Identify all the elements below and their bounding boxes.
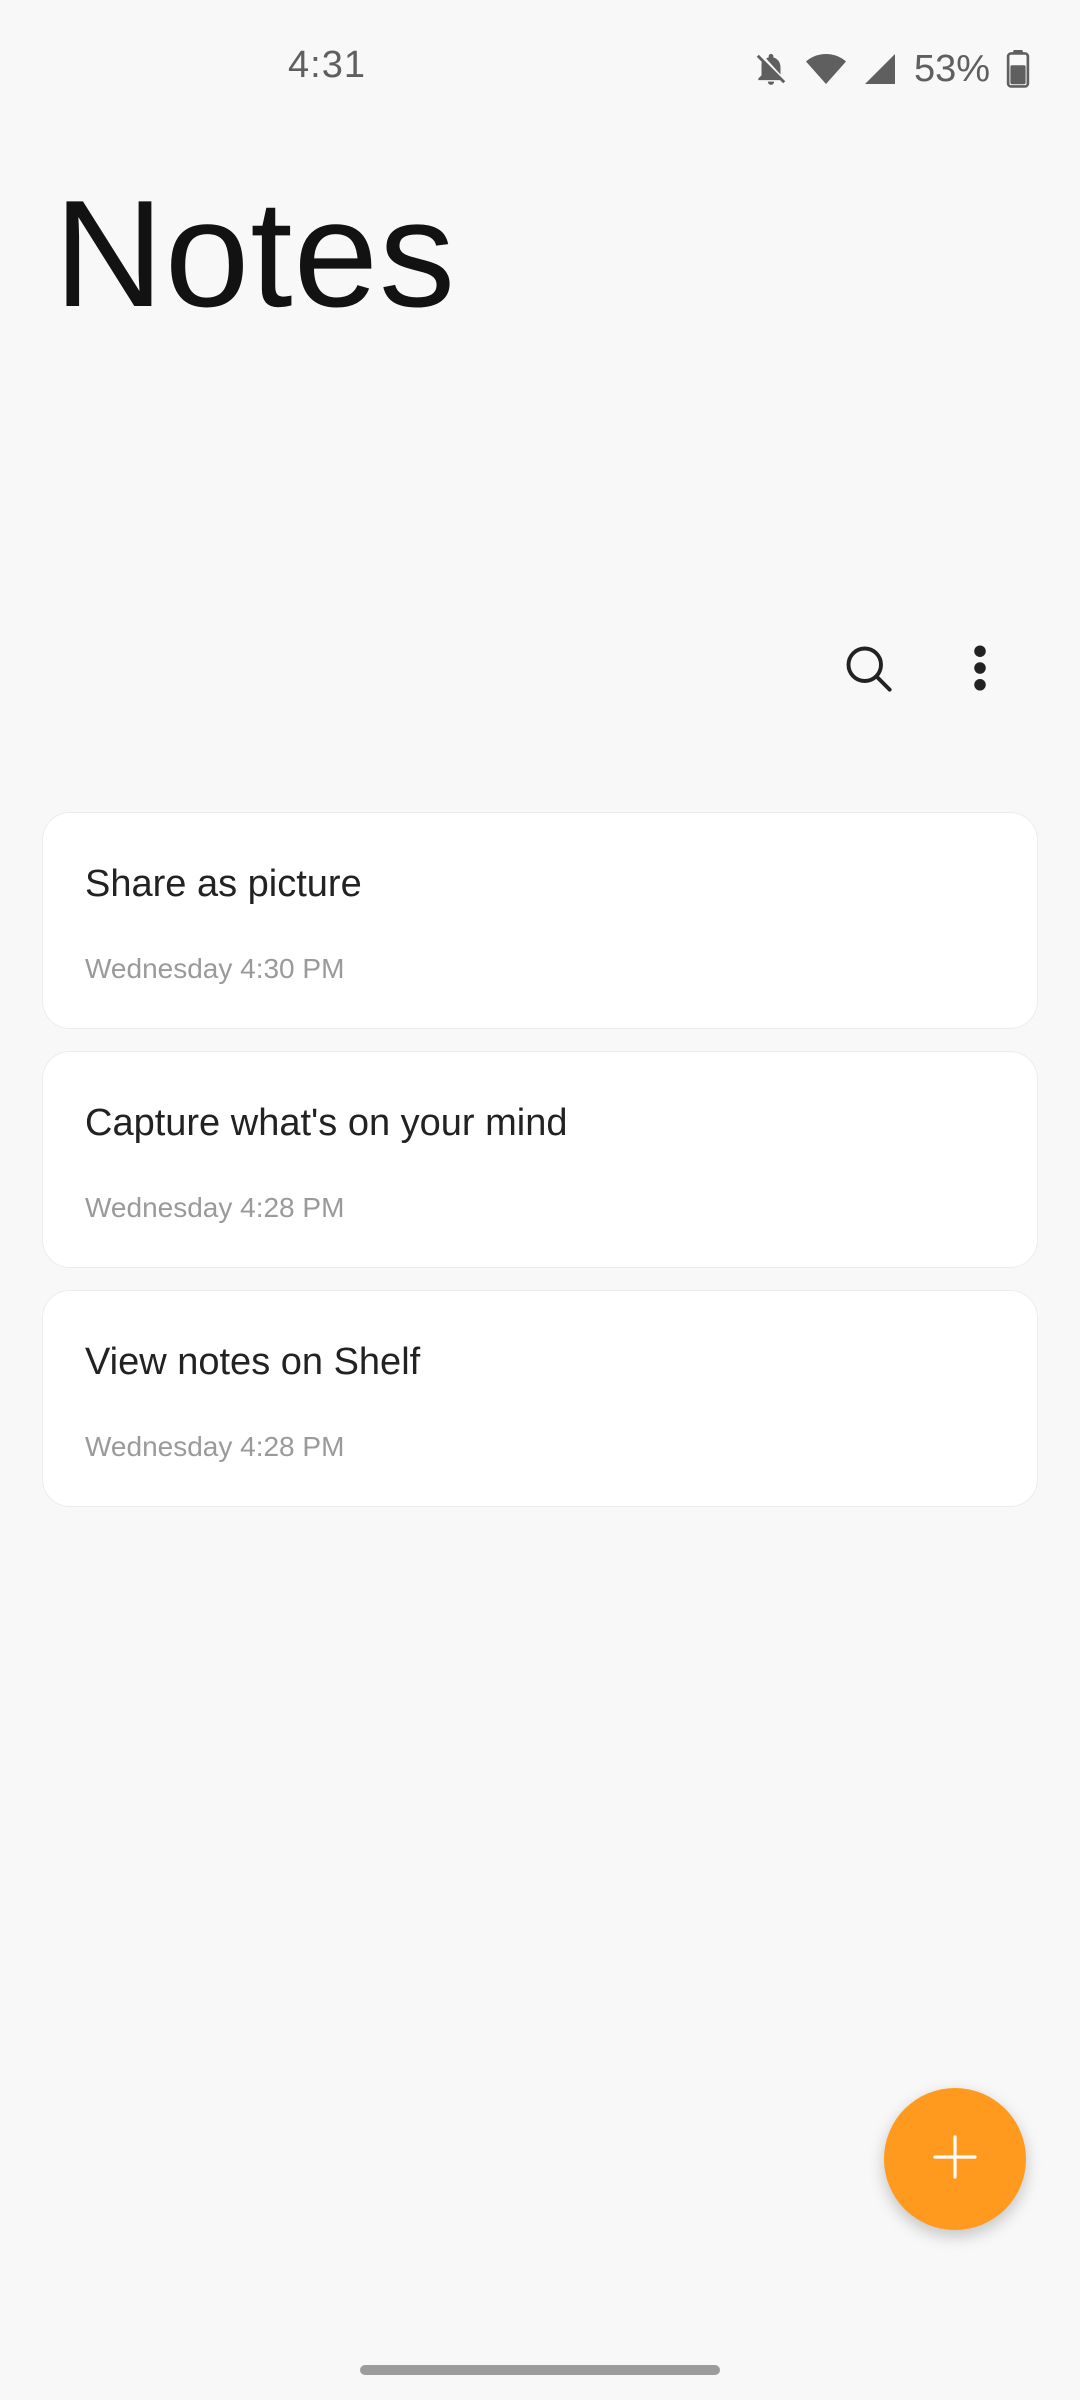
note-date: Wednesday 4:28 PM bbox=[85, 1431, 345, 1462]
bell-off-icon bbox=[752, 50, 790, 88]
status-time: 4:31 bbox=[288, 44, 366, 86]
gesture-nav-handle[interactable] bbox=[360, 2365, 720, 2375]
toolbar bbox=[780, 630, 1080, 710]
note-title: View notes on Shelf bbox=[85, 1341, 421, 1383]
battery-percent: 53% bbox=[913, 47, 990, 90]
status-icons: 53% bbox=[752, 44, 1030, 94]
search-button[interactable] bbox=[828, 630, 908, 710]
status-bar: 4:31 53% bbox=[0, 0, 1080, 140]
more-vert-icon bbox=[972, 644, 988, 697]
note-card[interactable]: Share as picture Wednesday 4:30 PM bbox=[42, 812, 1038, 1029]
plus-icon bbox=[931, 2133, 979, 2186]
signal-icon bbox=[862, 51, 898, 87]
note-title: Share as picture bbox=[85, 863, 362, 905]
wifi-icon bbox=[805, 52, 846, 86]
note-title: Capture what's on your mind bbox=[85, 1102, 568, 1144]
more-options-button[interactable] bbox=[940, 630, 1020, 710]
note-card[interactable]: View notes on Shelf Wednesday 4:28 PM bbox=[42, 1290, 1038, 1507]
search-icon bbox=[842, 642, 894, 699]
page-title: Notes bbox=[54, 169, 457, 339]
battery-icon bbox=[1006, 50, 1030, 88]
note-card[interactable]: Capture what's on your mind Wednesday 4:… bbox=[42, 1051, 1038, 1268]
note-date: Wednesday 4:30 PM bbox=[85, 953, 345, 984]
new-note-button[interactable] bbox=[884, 2088, 1026, 2230]
notes-list: Share as picture Wednesday 4:30 PM Captu… bbox=[42, 812, 1038, 1529]
note-date: Wednesday 4:28 PM bbox=[85, 1192, 345, 1223]
